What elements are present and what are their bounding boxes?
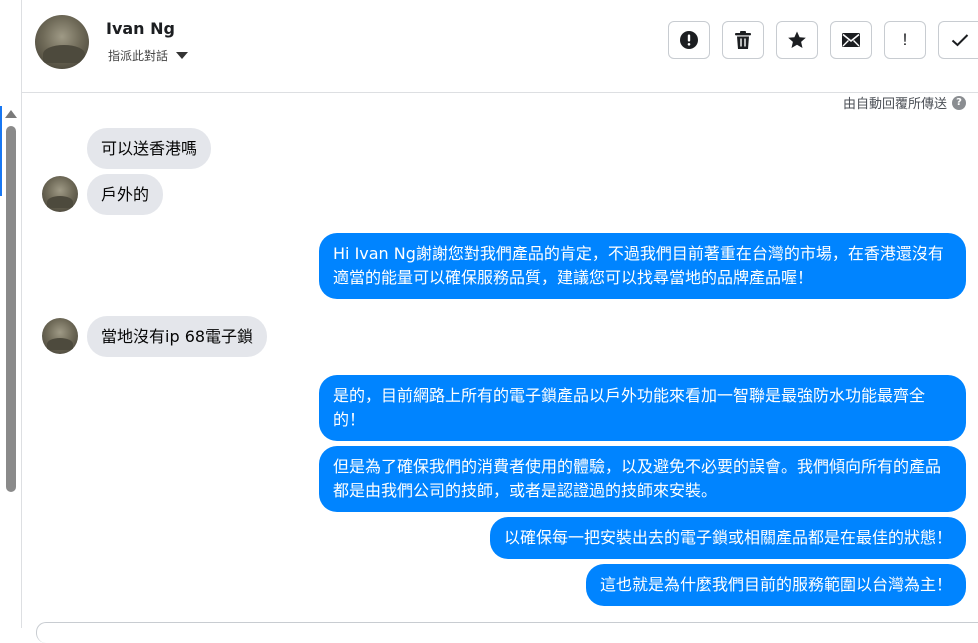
trash-icon [735,31,751,49]
assign-conversation-dropdown[interactable]: 指派此對話 [108,47,189,64]
conversation-header: Ivan Ng 指派此對話 ! [22,0,978,93]
outgoing-message: 這也就是為什麼我們目前的服務範圍以台灣為主！ [585,564,966,606]
conversation-toolbar: ! [668,21,978,59]
envelope-icon [842,33,860,47]
exclamation-icon: ! [902,30,908,49]
done-button[interactable] [938,21,978,59]
auto-reply-note: 由自動回覆所傳送 ? [843,93,966,112]
scroll-up-arrow-icon[interactable] [5,110,17,118]
auto-reply-label: 由自動回覆所傳送 [842,97,947,112]
sender-avatar [42,176,78,212]
left-rail [0,0,22,628]
spam-button[interactable] [668,21,710,59]
alert-circle-icon [680,31,698,49]
outgoing-message: Hi Ivan Ng謝謝您對我們產品的肯定，不過我們目前著重在台灣的市場，在香港… [319,233,966,299]
sender-avatar [42,318,78,354]
delete-button[interactable] [722,21,764,59]
outgoing-message: 是的，目前網路上所有的電子鎖產品以戶外功能來看加一智聯是最強防水功能最齊全的！ [319,375,966,441]
scrollbar-thumb[interactable] [6,126,16,492]
incoming-message: 可以送香港嗎 [87,128,212,169]
help-icon[interactable]: ? [952,95,966,110]
incoming-message: 戶外的 [87,174,164,215]
follow-up-button[interactable]: ! [884,21,926,59]
star-button[interactable] [776,21,818,59]
rail-active-indicator [0,106,2,196]
outgoing-message: 以確保每一把安裝出去的電子鎖或相關產品都是在最佳的狀態！ [489,517,966,559]
star-icon [788,31,806,48]
contact-name[interactable]: Ivan Ng [106,19,175,38]
outgoing-message: 但是為了確保我們的消費者使用的體驗，以及避免不必要的誤會。我們傾向所有的產品都是… [319,446,966,512]
contact-avatar[interactable] [35,15,89,69]
assign-conversation-label: 指派此對話 [108,49,169,63]
incoming-message: 當地沒有ip 68電子鎖 [87,316,268,357]
mark-unread-button[interactable] [830,21,872,59]
caret-down-icon [176,52,189,59]
message-composer[interactable] [36,622,978,643]
check-icon [951,34,968,47]
